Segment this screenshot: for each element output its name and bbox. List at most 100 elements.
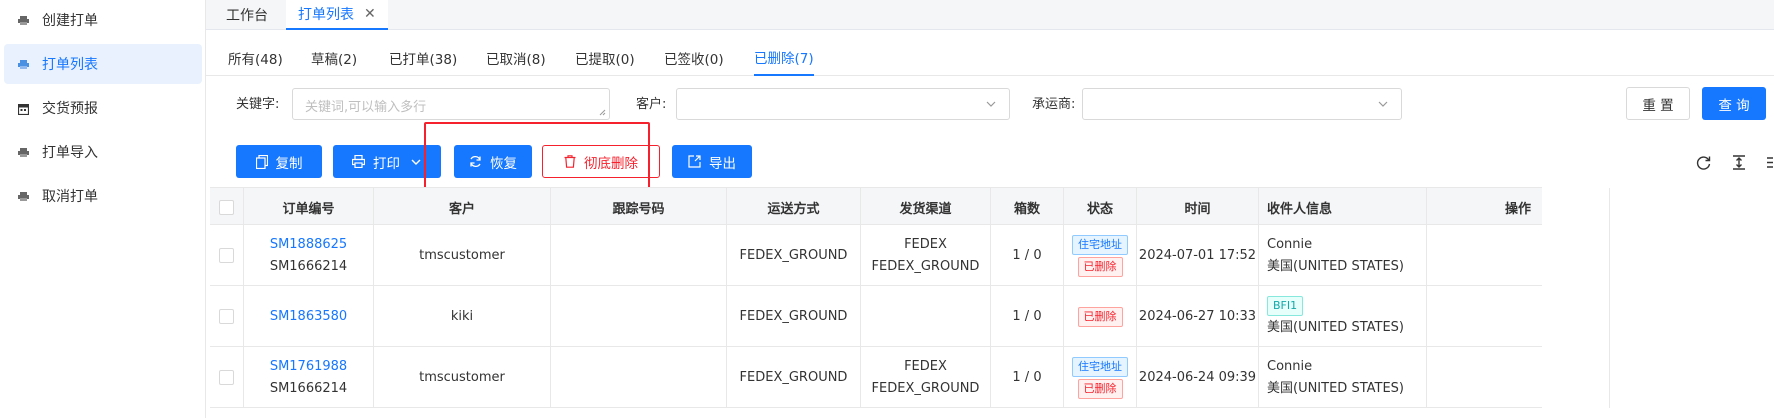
recipient-country: 美国(UNITED STATES) [1267,319,1404,335]
time-cell: 2024-06-24 09:39 [1137,347,1259,408]
recipient-name: Connie [1267,358,1313,374]
tracking-cell [551,225,727,286]
channel-carrier: FEDEX [904,236,947,252]
printer-icon [18,59,29,69]
tab-label: 工作台 [226,8,268,24]
status-cell: 住宅地址 已删除 [1064,225,1137,286]
export-button[interactable]: 导出 [672,145,752,178]
select-all-checkbox[interactable] [219,199,234,215]
tab-status-all[interactable]: 所有(48) [228,40,283,76]
header-checkbox-cell[interactable] [210,188,244,226]
recipient-cell: Connie 美国(UNITED STATES) [1259,225,1427,286]
status-badge: 已删除 [1077,306,1123,327]
tab-status-deleted[interactable]: 已删除(7) [754,40,814,76]
order-sub-number: SM1666214 [269,380,348,396]
page-tab-bar: 工作台 打单列表 ✕ [206,0,1774,30]
close-icon[interactable]: ✕ [364,6,376,22]
customer-cell: tmscustomer [374,225,551,286]
tab-label: 打单列表 [298,7,354,23]
column-header: 状态 [1064,188,1137,226]
order-number-cell: SM1761988 SM1666214 [244,347,374,408]
channel-cell: FEDEX FEDEX_GROUND [861,225,991,286]
order-number-cell: SM1888625 SM1666214 [244,225,374,286]
order-number-link[interactable]: SM1863580 [270,306,347,328]
channel-cell: FEDEX FEDEX_GROUND [861,347,991,408]
row-checkbox[interactable] [219,248,234,263]
sidebar: 创建打单 打单列表 交货预报 打单导入 取消打单 [0,0,206,418]
table-row[interactable]: SM1888625 SM1666214 tmscustomer FEDEX_GR… [210,225,1610,286]
status-badge: 住宅地址 [1072,356,1128,377]
tab-status-printed[interactable]: 已打单(38) [389,40,457,76]
row-checkbox[interactable] [219,370,234,385]
order-number-link[interactable]: SM1761988 [270,356,347,378]
resize-handle-icon[interactable] [599,109,606,116]
actions-cell [1427,225,1610,286]
reset-label: 重 置 [1642,97,1674,114]
column-header: 时间 [1137,188,1259,226]
column-header: 跟踪号码 [551,188,727,226]
boxes-cell: 1 / 0 [991,347,1064,408]
settings-icon[interactable] [1766,155,1774,170]
copy-label: 复制 [275,155,303,172]
table-header: 订单编号 客户 跟踪号码 运送方式 发货渠道 箱数 状态 时间 收件人信息 操作 [210,187,1610,226]
search-button[interactable]: 查 询 [1702,87,1766,120]
sidebar-item-cancel-order[interactable]: 取消打单 [4,176,202,216]
boxes-cell: 1 / 0 [991,286,1064,347]
refresh-icon[interactable] [1696,155,1711,170]
status-tabs: 所有(48) 草稿(2) 已打单(38) 已取消(8) 已提取(0) 已签收(0… [206,40,1774,76]
customer-cell: kiki [374,286,551,347]
row-checkbox-cell[interactable] [210,225,244,286]
reset-button[interactable]: 重 置 [1626,87,1690,120]
printer-icon [18,191,29,201]
shipping-method-cell: FEDEX_GROUND [727,286,861,347]
actions-cell [1427,286,1610,347]
recipient-name: Connie [1267,236,1313,252]
tab-order-list[interactable]: 打单列表 ✕ [286,0,388,30]
channel-service: FEDEX_GROUND [871,380,980,396]
sidebar-item-create-order[interactable]: 创建打单 [4,0,202,40]
recipient-tag: BFI1 [1267,295,1304,316]
column-header: 发货渠道 [861,188,991,226]
tracking-cell [551,286,727,347]
status-badge: 已删除 [1077,256,1123,277]
sidebar-item-delivery-forecast[interactable]: 交货预报 [4,88,202,128]
boxes-cell: 1 / 0 [991,225,1064,286]
printer-icon [352,155,365,168]
table-row[interactable]: SM1863580 kiki FEDEX_GROUND 1 / 0 已删除 20… [210,286,1610,347]
order-number-link[interactable]: SM1888625 [270,234,347,256]
column-header: 箱数 [991,188,1064,226]
sidebar-item-label: 打单导入 [42,145,98,161]
order-number-cell: SM1863580 [244,286,374,347]
time-cell: 2024-06-27 10:33 [1137,286,1259,347]
copy-button[interactable]: 复制 [236,145,322,178]
tab-status-cancelled[interactable]: 已取消(8) [486,40,546,76]
sidebar-item-order-list[interactable]: 打单列表 [4,44,202,84]
tab-status-draft[interactable]: 草稿(2) [311,40,357,76]
tab-status-extracted[interactable]: 已提取(0) [575,40,635,76]
sidebar-item-label: 创建打单 [42,13,98,29]
row-checkbox[interactable] [219,309,234,324]
chevron-down-icon [986,101,996,107]
order-sub-number: SM1666214 [269,258,348,274]
table-row[interactable]: SM1761988 SM1666214 tmscustomer FEDEX_GR… [210,347,1610,408]
keyword-input[interactable]: 关键词,可以输入多行 [292,88,610,120]
highlight-box [424,122,650,191]
print-label: 打印 [373,155,400,172]
copy-icon [255,154,268,169]
sidebar-item-order-import[interactable]: 打单导入 [4,132,202,172]
printer-icon [18,15,29,25]
main-content: 工作台 打单列表 ✕ 所有(48) 草稿(2) 已打单(38) 已取消(8) 已… [206,0,1774,418]
customer-cell: tmscustomer [374,347,551,408]
printer-icon [18,147,29,157]
keyword-placeholder: 关键词,可以输入多行 [305,100,427,115]
sidebar-item-label: 交货预报 [42,101,98,117]
carrier-select[interactable] [1082,88,1402,120]
row-checkbox-cell[interactable] [210,347,244,408]
keyword-label: 关键字: [236,97,280,112]
tab-status-signed[interactable]: 已签收(0) [664,40,724,76]
tab-workbench[interactable]: 工作台 [214,0,280,30]
status-badge: 已删除 [1077,378,1123,399]
column-height-icon[interactable] [1732,155,1746,170]
customer-select[interactable] [676,88,1010,120]
row-checkbox-cell[interactable] [210,286,244,347]
